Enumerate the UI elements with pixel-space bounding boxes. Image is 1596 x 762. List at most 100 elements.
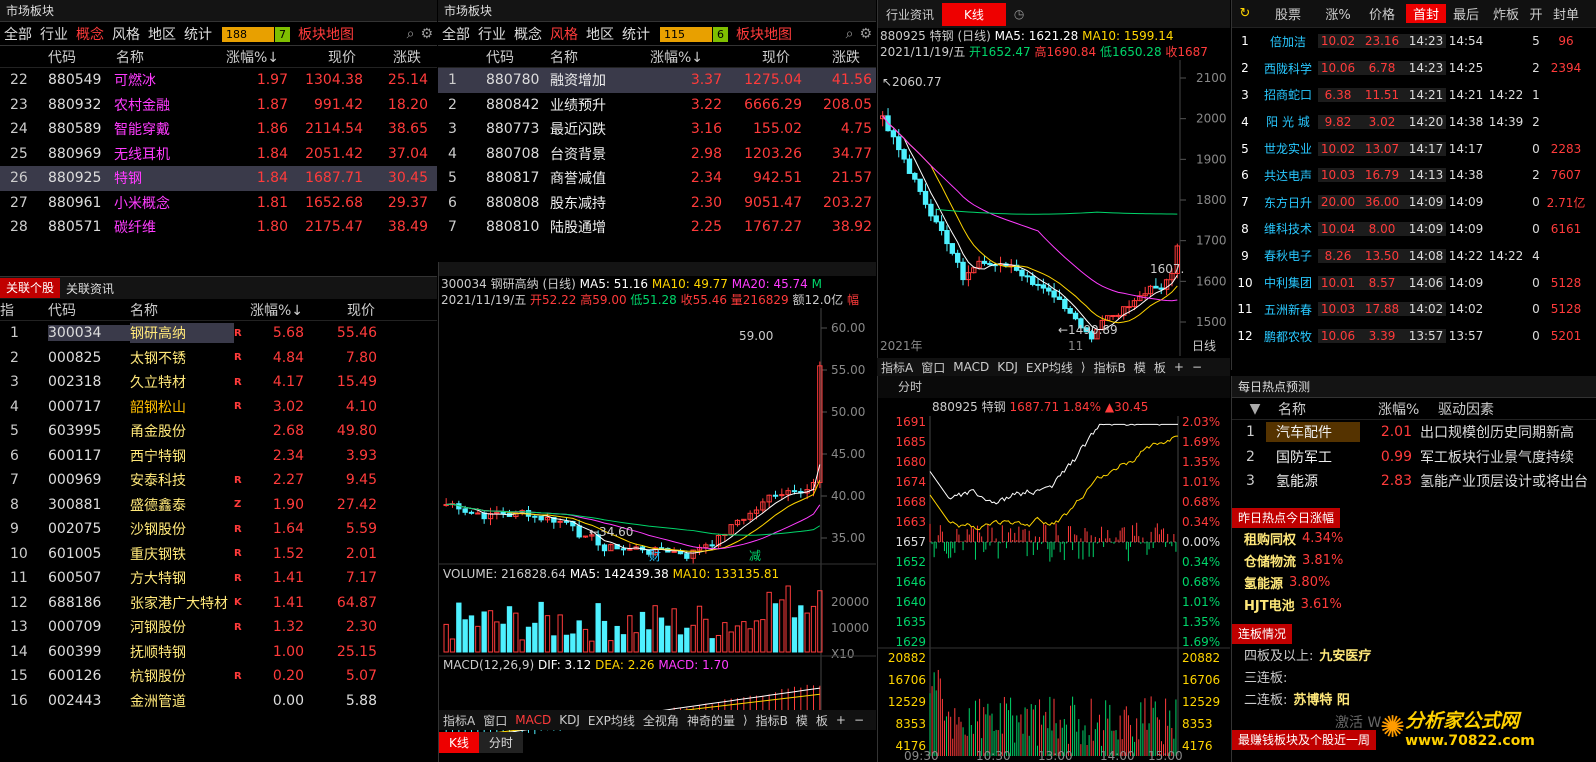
table-row[interactable]: 1 倍加洁 10.02 23.16 14:23 14:54 5 96 — [1232, 28, 1596, 55]
indicator-btn-4[interactable]: EXP均线 — [1022, 359, 1077, 376]
yesterday-hot-tag[interactable]: 昨日热点今日涨幅 — [1232, 507, 1341, 528]
tab-intraday[interactable]: 分时 — [878, 376, 1230, 398]
col-1[interactable]: 涨% — [1318, 4, 1358, 23]
indicator-btn-12[interactable]: − — [850, 713, 868, 727]
col-3[interactable]: 首封 — [1406, 4, 1446, 23]
table-row[interactable]: 6 600117 西宁特钢 2.34 3.93 — [0, 444, 437, 469]
table-row[interactable]: 28 880571 碳纤维 1.80 2175.47 38.49 — [0, 215, 437, 240]
indicator-btn-8[interactable]: 板 — [1150, 359, 1170, 376]
indicator-btn-0[interactable]: 指标A — [877, 359, 917, 376]
table-row[interactable]: 8 300881 盛德鑫泰 Z 1.90 27.42 — [0, 493, 437, 518]
col-7[interactable]: 封单 — [1546, 4, 1586, 23]
table-row[interactable]: 10 中利集团 10.01 8.57 14:06 14:09 0 5128 — [1232, 269, 1596, 296]
indicator-btn-7[interactable]: 模 — [1130, 359, 1150, 376]
search-icon[interactable]: ⌕ — [844, 26, 856, 42]
table-row[interactable]: 16 002443 金洲管道 0.00 5.88 — [0, 689, 437, 714]
indicator-btn-3[interactable]: KDJ — [993, 360, 1022, 374]
table-row[interactable]: 11 600507 方大特钢 R 1.41 7.17 — [0, 566, 437, 591]
indicator-btn-1[interactable]: 窗口 — [917, 359, 949, 376]
tab-related-news[interactable]: 关联资讯 — [60, 280, 120, 297]
tab-related-stocks[interactable]: 关联个股 — [0, 278, 61, 298]
hot-row[interactable]: 2 国防军工 0.99 军工板块行业景气度持续 — [1232, 445, 1596, 470]
yesterday-row[interactable]: 仓储物流 3.81% — [1244, 550, 1596, 572]
table-row[interactable]: 1 300034 钢研高纳 R 5.68 55.46 — [0, 321, 437, 346]
col-pct[interactable]: 涨幅%↓ — [650, 47, 710, 67]
refresh-icon[interactable]: ↻ — [1232, 6, 1258, 21]
tab-0[interactable]: 全部 — [0, 24, 36, 44]
sector-map-link[interactable]: 板块地图 — [290, 24, 358, 44]
tab-intraday[interactable]: 分时 — [478, 732, 523, 753]
col-price[interactable]: 现价 — [281, 47, 356, 67]
tab-5[interactable]: 统计 — [180, 24, 216, 44]
table-row[interactable]: 25 880969 无线耳机 1.84 2051.42 37.04 — [0, 142, 437, 167]
tab-4[interactable]: 地区 — [582, 24, 618, 44]
col-code[interactable]: 代码 — [48, 300, 130, 320]
table-row[interactable]: 23 880932 农村金融 1.87 991.42 18.20 — [0, 93, 437, 118]
tab-3[interactable]: 风格 — [546, 24, 582, 44]
yesterday-row[interactable]: 租购同权 4.34% — [1244, 528, 1596, 550]
tab-2[interactable]: 概念 — [72, 24, 108, 44]
table-row[interactable]: 12 鹏都农牧 10.06 3.39 13:57 13:57 0 5201 — [1232, 323, 1596, 350]
table-row[interactable]: 26 880925 特钢 1.84 1687.71 30.45 — [0, 166, 437, 191]
hot-row[interactable]: 3 氢能源 2.83 氢能产业顶层设计或将出台 — [1232, 469, 1596, 494]
table-row[interactable]: 14 600399 抚顺特钢 1.00 25.15 — [0, 640, 437, 665]
indicator-btn-3[interactable]: KDJ — [555, 713, 584, 727]
table-row[interactable]: 15 600126 杭钢股份 R 0.20 5.07 — [0, 664, 437, 689]
table-row[interactable]: 2 000825 太钢不锈 R 4.84 7.80 — [0, 346, 437, 371]
indicator-btn-6[interactable]: 指标B — [1090, 359, 1130, 376]
table-row[interactable]: 5 880817 商誉减值 2.34 942.51 21.57 — [438, 166, 876, 191]
table-row[interactable]: 6 880808 股东减持 2.30 9051.47 203.27 — [438, 191, 876, 216]
table-row[interactable]: 27 880961 小米概念 1.81 1652.68 29.37 — [0, 191, 437, 216]
indicator-btn-6[interactable]: 神奇的量 — [683, 712, 739, 729]
table-row[interactable]: 5 603995 甬金股份 2.68 49.80 — [0, 419, 437, 444]
table-row[interactable]: 1 880780 融资增加 3.37 1275.04 41.56 — [438, 68, 876, 93]
table-row[interactable]: 5 世龙实业 10.02 13.07 14:17 14:17 0 2283 — [1232, 135, 1596, 162]
col-name[interactable]: 名称 — [130, 300, 250, 320]
indicator-btn-4[interactable]: EXP均线 — [584, 712, 639, 729]
indicator-btn-9[interactable]: + — [1170, 360, 1188, 374]
col-name[interactable]: 名称 — [116, 47, 226, 67]
table-row[interactable]: 7 东方日升 20.00 36.00 14:09 14:09 0 2.71亿 — [1232, 189, 1596, 216]
table-row[interactable]: 4 阳 光 城 9.82 3.02 14:20 14:38 14:39 2 — [1232, 108, 1596, 135]
indicator-btn-10[interactable]: − — [1188, 360, 1206, 374]
gear-icon[interactable]: ⚙ — [416, 26, 437, 42]
indicator-btn-9[interactable]: 模 — [792, 712, 812, 729]
indicator-btn-8[interactable]: 指标B — [752, 712, 792, 729]
col-code[interactable]: 代码 — [48, 47, 116, 67]
indicator-btn-5[interactable]: ⟩ — [1077, 360, 1090, 374]
tab-4[interactable]: 地区 — [144, 24, 180, 44]
sector-map-link[interactable]: 板块地图 — [728, 24, 796, 44]
table-row[interactable]: 13 000709 河钢股份 R 1.32 2.30 — [0, 615, 437, 640]
table-row[interactable]: 9 002075 沙钢股份 R 1.64 5.59 — [0, 517, 437, 542]
table-row[interactable]: 2 880842 业绩预升 3.22 6666.29 208.05 — [438, 93, 876, 118]
col-4[interactable]: 最后 — [1446, 4, 1486, 23]
col-index[interactable]: 指 — [0, 300, 48, 320]
col-name[interactable]: 名称 — [550, 47, 650, 67]
table-row[interactable]: 12 688186 张家港广大特材 K 1.41 64.87 — [0, 591, 437, 616]
col-0[interactable]: 股票 — [1258, 4, 1318, 23]
indicator-btn-2[interactable]: MACD — [949, 360, 993, 374]
kline-chart[interactable]: 60.00 55.00 50.00 45.00 40.00 35.00 59.00 ←34.6… — [439, 308, 876, 740]
tab-industry-news[interactable]: 行业资讯 — [878, 6, 942, 23]
col-change[interactable]: 涨跌 — [356, 47, 421, 67]
col-code[interactable]: 代码 — [486, 47, 550, 67]
indicator-btn-1[interactable]: 窗口 — [479, 712, 511, 729]
table-row[interactable]: 11 五洲新春 10.03 17.88 14:02 14:02 0 5128 — [1232, 296, 1596, 323]
sector-kline-chart[interactable]: 2100 2000 1900 1800 1700 1600 1500 ↖2060.77 ←149… — [878, 60, 1230, 356]
table-row[interactable]: 7 000969 安泰科技 R 2.27 9.45 — [0, 468, 437, 493]
yesterday-row[interactable]: HJT电池 3.61% — [1244, 594, 1596, 616]
table-row[interactable]: 4 000717 韶钢松山 R 3.02 4.10 — [0, 395, 437, 420]
table-row[interactable]: 24 880589 智能穿戴 1.86 2114.54 38.65 — [0, 117, 437, 142]
gear-icon[interactable]: ⚙ — [855, 26, 876, 42]
tab-kline[interactable]: K线 — [439, 732, 479, 753]
intraday-chart[interactable]: 1691 2.03% 1685 1.69% 1680 1.35% 1674 1.01% 1668… — [878, 416, 1230, 762]
clock-icon[interactable]: ◷ — [1006, 7, 1024, 21]
tab-1[interactable]: 行业 — [474, 24, 510, 44]
indicator-btn-11[interactable]: + — [832, 713, 850, 727]
col-pct[interactable]: 涨幅%↓ — [250, 300, 320, 320]
tab-2[interactable]: 概念 — [510, 24, 546, 44]
col-price[interactable]: 现价 — [320, 300, 375, 320]
indicator-btn-0[interactable]: 指标A — [439, 712, 479, 729]
search-icon[interactable]: ⌕ — [405, 26, 417, 42]
tab-5[interactable]: 统计 — [618, 24, 654, 44]
